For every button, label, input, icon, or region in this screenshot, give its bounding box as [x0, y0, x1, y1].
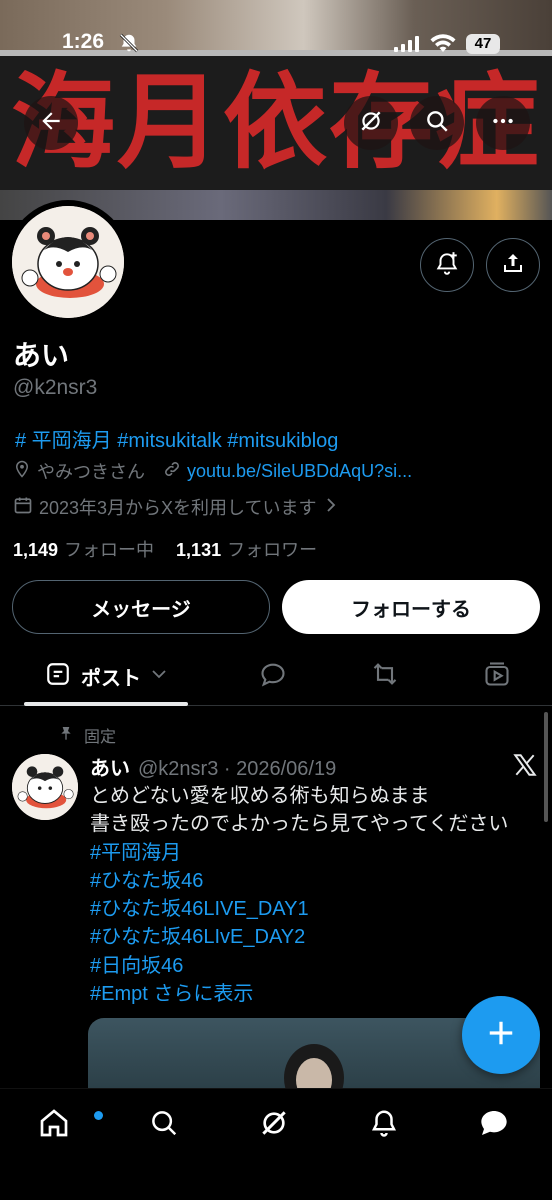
- search-button[interactable]: [410, 96, 464, 150]
- compose-button[interactable]: [462, 996, 540, 1074]
- display-name: あい: [13, 340, 70, 371]
- post-avatar[interactable]: [12, 754, 78, 820]
- more-icon: [490, 108, 516, 139]
- tab-media[interactable]: [468, 648, 526, 704]
- battery-indicator: 47: [466, 34, 500, 54]
- nav-search[interactable]: [142, 1103, 186, 1147]
- message-button[interactable]: メッセージ: [12, 580, 270, 634]
- grok-icon: [358, 108, 384, 139]
- location-icon: [13, 459, 31, 484]
- search-icon: [149, 1108, 179, 1143]
- tab-posts-label: ポスト: [81, 667, 141, 690]
- calendar-icon: [13, 495, 33, 520]
- profile-handle: @k2nsr3: [13, 376, 98, 399]
- media-icon: [483, 660, 511, 693]
- new-posts-dot: [94, 1111, 103, 1120]
- nav-messages[interactable]: [472, 1103, 516, 1147]
- profile-avatar[interactable]: [6, 200, 130, 324]
- scrollbar[interactable]: [544, 712, 548, 822]
- post-text[interactable]: とめどない愛を収める術も知らぬまま 書き殴ったのでよかったら見てやってください …: [90, 782, 540, 1008]
- bottom-navigation: [0, 1088, 552, 1200]
- posts-icon: [45, 661, 71, 692]
- x-logo-icon: [512, 752, 538, 783]
- nav-grok[interactable]: [252, 1103, 296, 1147]
- pinned-label: 固定: [84, 729, 117, 746]
- avatar: [12, 206, 124, 318]
- joined-date[interactable]: 2023年3月からXを利用しています: [13, 494, 337, 520]
- share-icon: [501, 251, 525, 280]
- back-button[interactable]: [24, 96, 78, 150]
- search-icon: [424, 108, 450, 139]
- last-line: #Empt さらに表示: [90, 980, 540, 1008]
- tab-reposts[interactable]: [356, 648, 414, 704]
- show-more-link[interactable]: さらに表示: [153, 983, 253, 1005]
- repost-icon: [370, 660, 400, 693]
- followers-label: フォロワー: [227, 540, 318, 560]
- profile-bio[interactable]: # 平岡海月 #mitsukitalk #mitsukiblog: [15, 424, 338, 453]
- tab-posts[interactable]: ポスト: [24, 648, 188, 704]
- wifi-icon: [430, 34, 456, 59]
- profile-meta: やみつきさん youtu.be/SileUBDdAqU?si...: [13, 458, 412, 484]
- location-text: やみつきさん: [37, 462, 145, 482]
- arrow-left-icon: [38, 108, 64, 139]
- message-icon: [478, 1107, 510, 1144]
- hashtag[interactable]: #ひなた坂46LIvE_DAY2: [90, 923, 540, 951]
- home-icon: [38, 1107, 70, 1144]
- following-label: フォロー中: [64, 540, 155, 560]
- nav-home[interactable]: [32, 1103, 103, 1147]
- follow-stats: 1,149 フォロー中 1,131 フォロワー: [13, 536, 317, 562]
- link-icon: [163, 460, 181, 483]
- tab-replies[interactable]: [244, 648, 302, 704]
- banner-text: 海月依存症: [10, 62, 541, 182]
- hashtag[interactable]: #Empt: [90, 983, 148, 1005]
- status-bar: 1:26 47: [0, 28, 552, 64]
- share-button[interactable]: [486, 238, 540, 292]
- active-tab-indicator: [24, 702, 188, 706]
- notify-button[interactable]: [420, 238, 474, 292]
- pinned-indicator: 固定: [58, 723, 116, 747]
- bell-plus-icon: [434, 250, 460, 281]
- followers-count: 1,131: [176, 540, 222, 560]
- silent-bell-icon: [118, 32, 140, 59]
- chevron-right-icon: [325, 497, 337, 518]
- nav-notifications[interactable]: [362, 1103, 406, 1147]
- hashtag[interactable]: #ひなた坂46: [90, 867, 540, 895]
- post-line-1: とめどない愛を収める術も知らぬまま: [90, 785, 430, 807]
- joined-text: 2023年3月からXを利用しています: [39, 498, 317, 518]
- post-header: あい @k2nsr3 · 2026/06/19: [90, 752, 336, 781]
- signal-icon: [394, 36, 420, 57]
- followers-link[interactable]: 1,131 フォロワー: [176, 536, 317, 562]
- status-time: 1:26: [62, 30, 105, 53]
- reply-icon: [259, 660, 287, 693]
- post-author-name[interactable]: あい: [90, 758, 130, 780]
- post-line-2: 書き殴ったのでよかったら見てやってください: [90, 813, 509, 836]
- pin-icon: [58, 724, 74, 747]
- plus-icon: [486, 1018, 516, 1053]
- grok-icon: [258, 1107, 290, 1144]
- chevron-down-icon: [151, 667, 167, 685]
- profile-tabs: ポスト: [0, 648, 552, 706]
- grok-button[interactable]: [344, 96, 398, 150]
- hashtag[interactable]: #平岡海月: [90, 839, 540, 867]
- hashtag[interactable]: #日向坂46: [90, 952, 540, 980]
- post-handle-date[interactable]: @k2nsr3 · 2026/06/19: [138, 758, 336, 780]
- profile-link[interactable]: youtu.be/SileUBDdAqU?si...: [187, 461, 412, 482]
- more-button[interactable]: [476, 96, 530, 150]
- following-count: 1,149: [13, 540, 59, 560]
- follow-button[interactable]: フォローする: [282, 580, 540, 634]
- bell-icon: [369, 1108, 399, 1143]
- hashtag[interactable]: #ひなた坂46LIVE_DAY1: [90, 895, 540, 923]
- following-link[interactable]: 1,149 フォロー中: [13, 536, 154, 562]
